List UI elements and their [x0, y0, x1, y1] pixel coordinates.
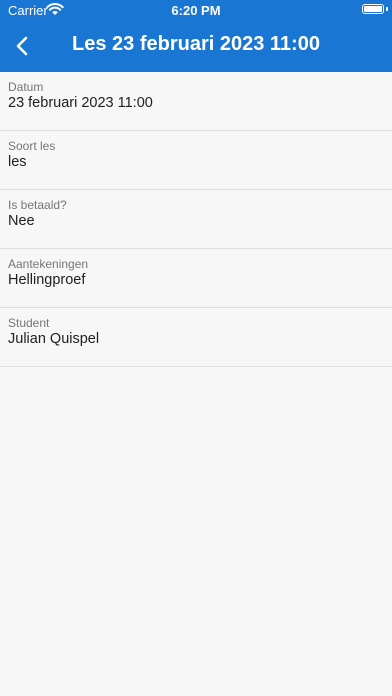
student-label: Student [8, 316, 50, 330]
datum-label: Datum [8, 80, 44, 94]
aantekeningen-label: Aantekeningen [8, 257, 89, 271]
battery-tip [386, 7, 388, 11]
is-betaald-value: Nee [8, 213, 35, 229]
battery-icon [362, 4, 384, 14]
soort-les-label: Soort les [8, 139, 56, 153]
datum-value: 23 februari 2023 11:00 [8, 95, 153, 111]
detail-row-aantekeningen: Aantekeningen Hellingproef [0, 249, 392, 308]
student-value: Julian Quispel [8, 331, 100, 347]
detail-row-datum: Datum 23 februari 2023 11:00 [0, 72, 392, 131]
detail-row-soort-les: Soort les les [0, 131, 392, 190]
aantekeningen-value: Hellingproef [8, 272, 86, 288]
detail-row-student: Student Julian Quispel [0, 308, 392, 367]
soort-les-value: les [8, 154, 27, 170]
app-bar: Carrier 6:20 PM Les 23 februari 2023 11:… [0, 0, 392, 72]
is-betaald-label: Is betaald? [8, 198, 67, 212]
clock: 6:20 PM [171, 3, 221, 18]
detail-row-is-betaald: Is betaald? Nee [0, 190, 392, 249]
page-title: Les 23 februari 2023 11:00 [72, 33, 320, 55]
status-bar: Carrier 6:20 PM [0, 0, 392, 22]
detail-list: Datum 23 februari 2023 11:00 Soort les l… [0, 72, 392, 367]
